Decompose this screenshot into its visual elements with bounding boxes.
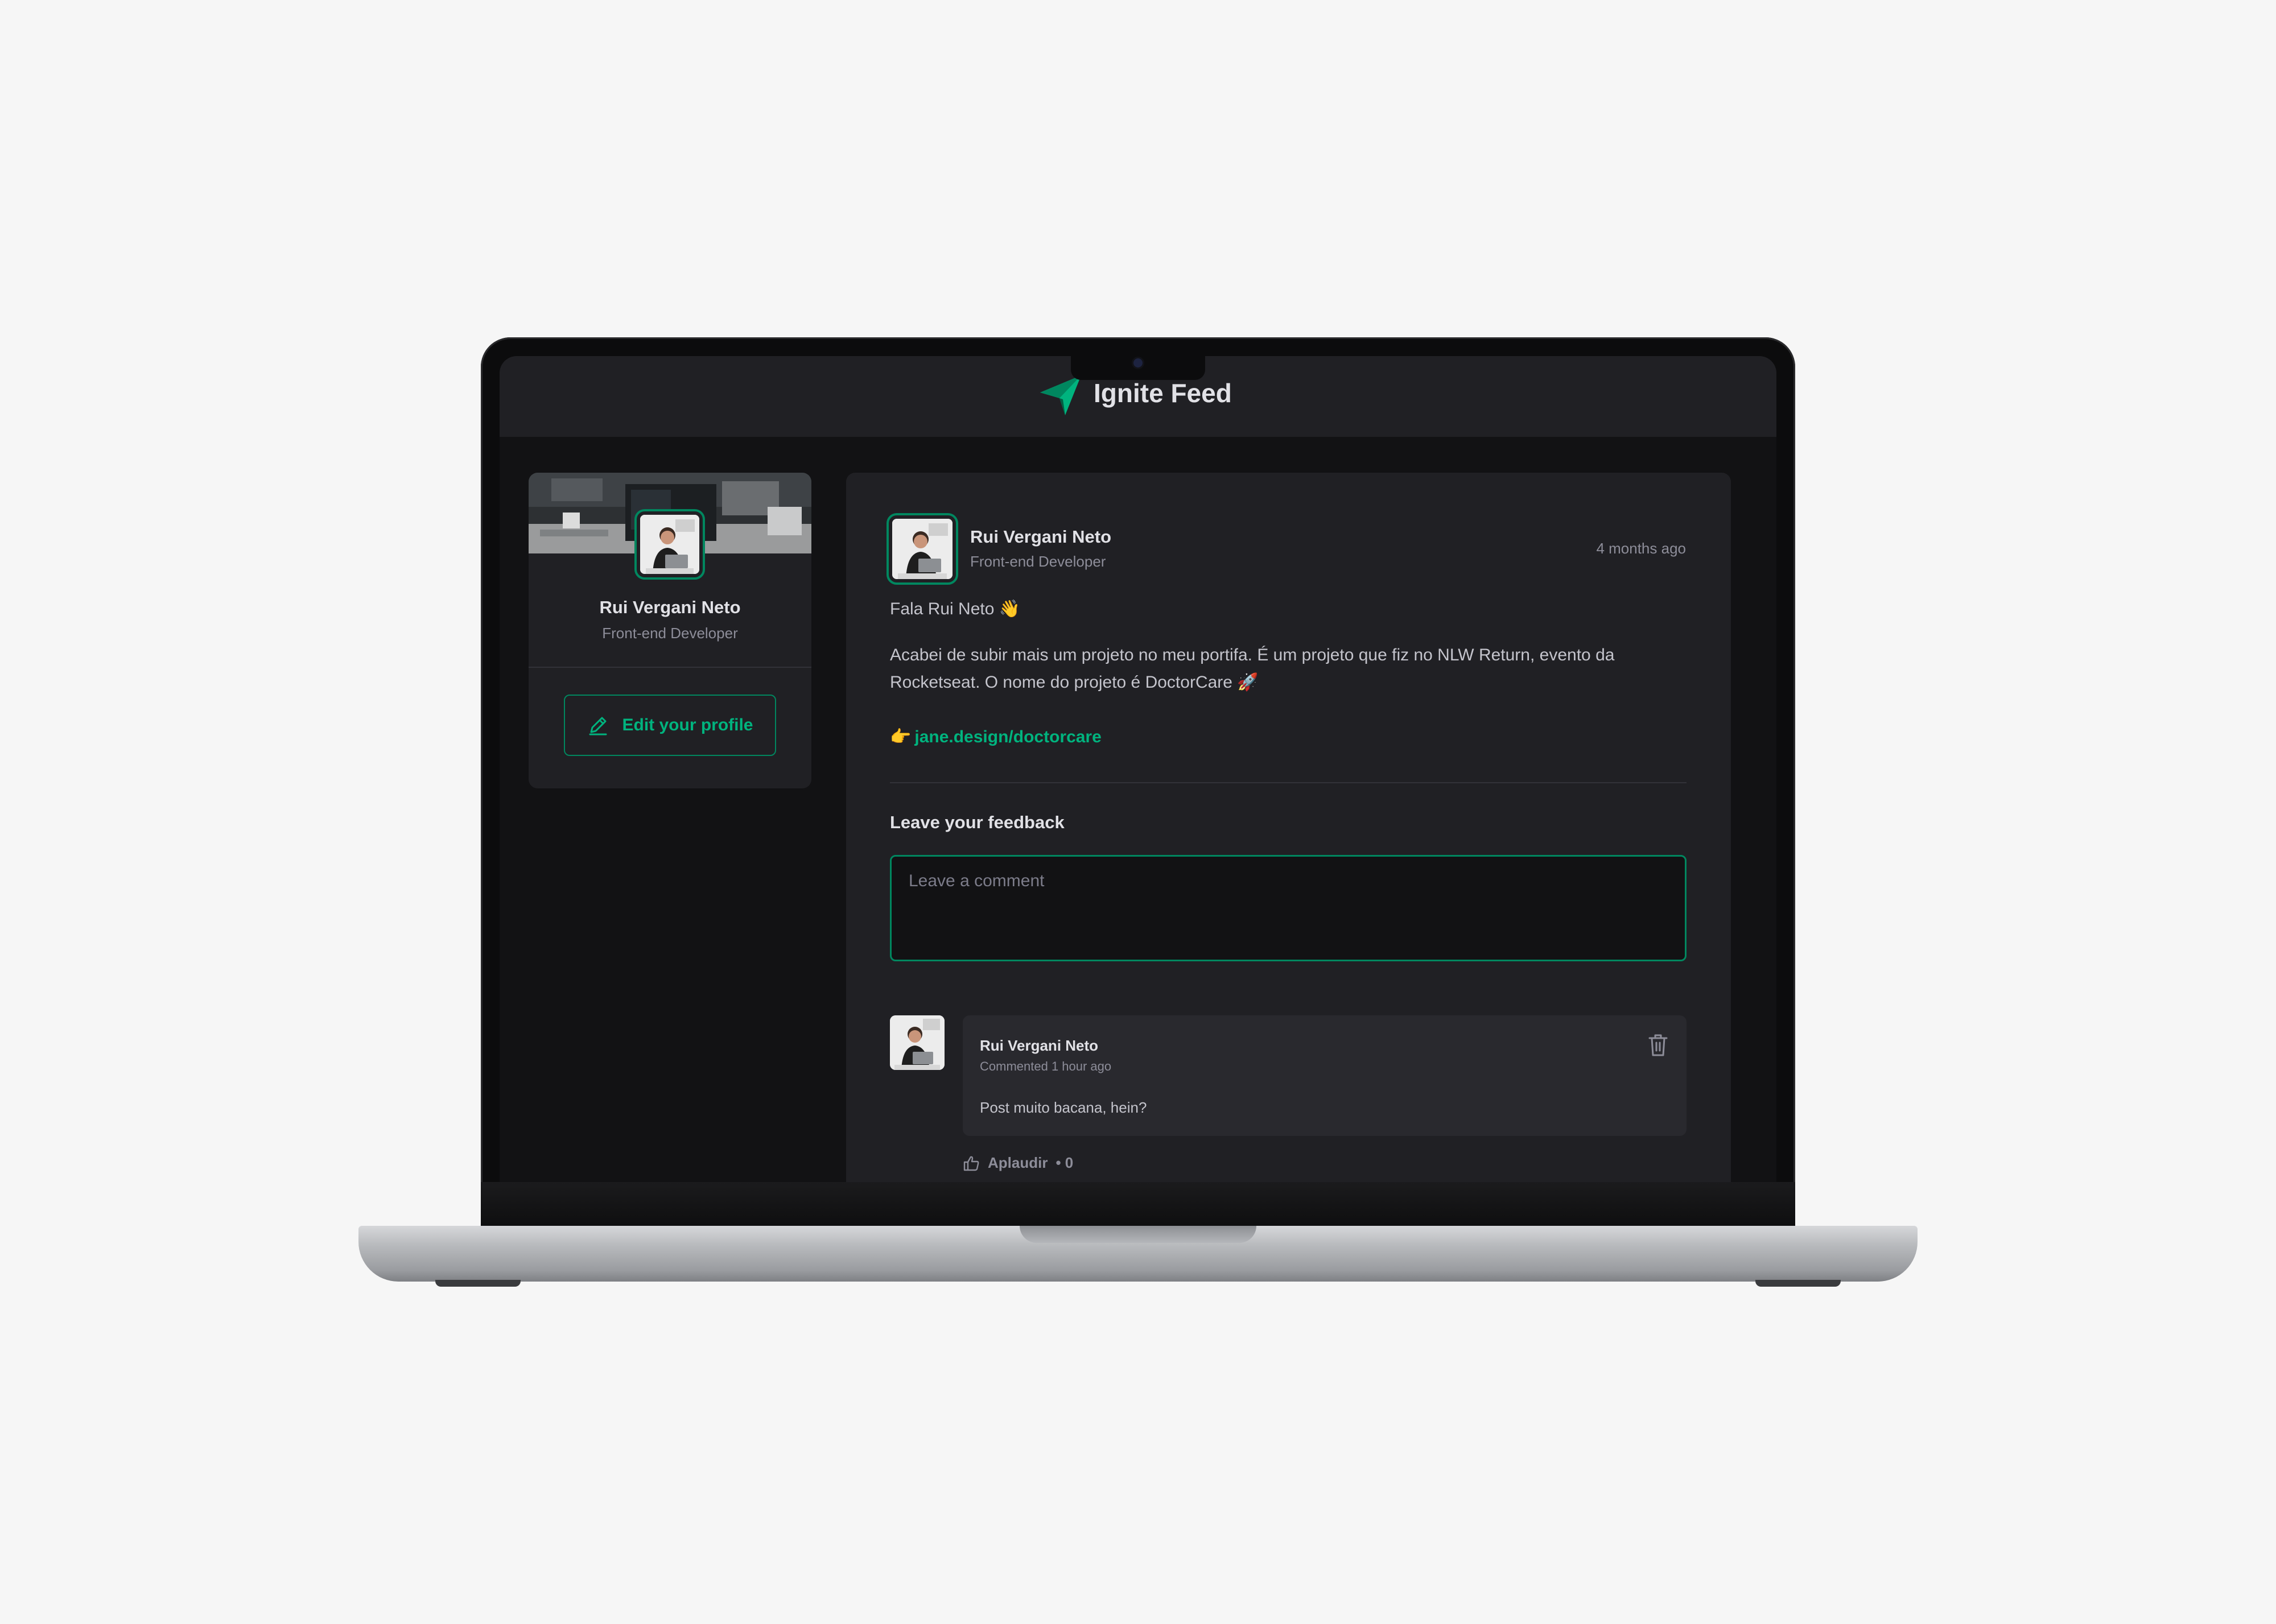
person-avatar-image [892,519,953,579]
feedback-title: Leave your feedback [890,812,1065,832]
post-card: Rui Vergani Neto Front-end Developer 4 m… [846,473,1731,1182]
person-avatar-image [640,515,699,574]
divider [890,782,1687,783]
edit-profile-button[interactable]: Edit your profile [564,695,776,756]
laptop-hinge [481,1182,1795,1228]
app-title: Ignite Feed [1094,378,1232,408]
comment-author-name: Rui Vergani Neto [980,1037,1099,1054]
camera-icon [1133,358,1143,367]
profile-role: Front-end Developer [602,625,738,642]
comment-author-avatar[interactable] [890,1015,945,1070]
comment-timestamp: Commented 1 hour ago [980,1059,1112,1073]
profile-name: Rui Vergani Neto [599,597,741,617]
pointing-hand-icon: 👉 [890,728,912,746]
thumbs-up-icon [963,1156,979,1171]
comment-card: Rui Vergani Neto Commented 1 hour ago Po… [963,1015,1687,1136]
post-body: Acabei de subir mais um projeto no meu p… [890,646,1615,692]
laptop-opening-notch [1020,1226,1256,1243]
laptop-screen: Ignite Feed Rui Vergani Neto Front-end D… [500,356,1776,1182]
applaud-button[interactable]: Aplaudir • 0 [963,1154,1073,1172]
post-author-role: Front-end Developer [970,553,1106,570]
laptop-foot [435,1280,521,1287]
applaud-label: Aplaudir [988,1154,1048,1171]
comment-text: Post muito bacana, hein? [980,1099,1147,1116]
post-greeting: Fala Rui Neto 👋 [890,600,1021,618]
profile-avatar[interactable] [634,509,705,580]
trash-icon[interactable] [1647,1032,1669,1057]
divider [529,667,811,668]
edit-profile-label: Edit your profile [622,716,753,734]
post-link[interactable]: jane.design/doctorcare [914,728,1101,746]
pencil-icon [589,717,607,735]
profile-sidebar: Rui Vergani Neto Front-end Developer Edi… [529,473,811,788]
paper-plane-logo-icon [1040,375,1081,415]
comment-input[interactable] [890,855,1687,961]
post-link-row: 👉 jane.design/doctorcare [890,727,1102,747]
laptop-foot [1755,1280,1841,1287]
post-author-name: Rui Vergani Neto [970,527,1112,547]
post-timestamp: 4 months ago [1596,540,1686,557]
applaud-count: • 0 [1055,1154,1074,1171]
person-avatar-image [890,1015,945,1070]
post-author-avatar[interactable] [887,513,958,585]
